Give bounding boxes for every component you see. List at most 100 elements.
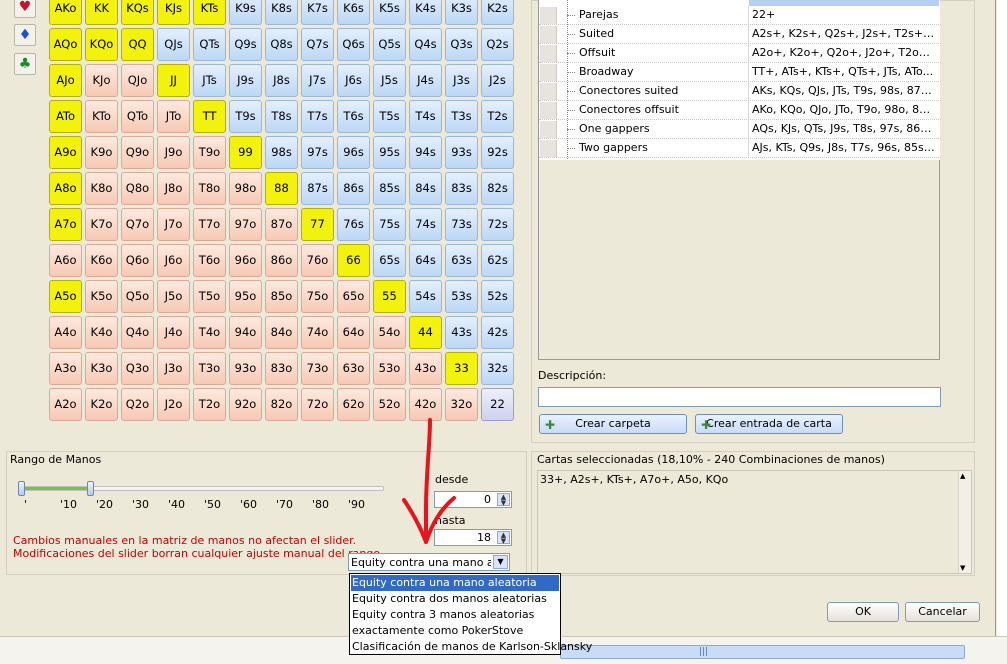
hand-cell[interactable]: TT (193, 100, 226, 133)
dropdown-option[interactable]: Clasificación de manos de Karlson-Sklans… (351, 639, 592, 655)
hand-cell[interactable]: 97o (229, 208, 262, 241)
hand-cell[interactable]: 82o (265, 388, 298, 421)
row-checkbox[interactable] (540, 140, 557, 157)
hand-cell[interactable]: 66 (337, 244, 370, 277)
hand-cell[interactable]: 85s (373, 172, 406, 205)
hand-cell[interactable]: 82s (481, 172, 514, 205)
hand-cell[interactable]: 86s (337, 172, 370, 205)
hand-cell[interactable]: K3s (445, 0, 478, 25)
hand-cell[interactable]: T8s (265, 100, 298, 133)
dropdown-option[interactable]: Equity contra una mano aleatoria (351, 575, 559, 591)
hand-cell[interactable]: 77 (301, 208, 334, 241)
hand-cell[interactable]: 87o (265, 208, 298, 241)
hand-cell[interactable]: 32s (481, 352, 514, 385)
hand-cell[interactable]: 74s (409, 208, 442, 241)
hand-cell[interactable]: JJ (157, 64, 190, 97)
hand-cell[interactable]: A5o (49, 280, 82, 313)
hand-cell[interactable]: 63s (445, 244, 478, 277)
hand-cell[interactable]: Q3o (121, 352, 154, 385)
hand-cell[interactable]: 65o (337, 280, 370, 313)
hand-cell[interactable]: Q5s (373, 28, 406, 61)
hand-cell[interactable]: A3o (49, 352, 82, 385)
selected-cards-scrollbar[interactable]: ▲ ▼ (958, 471, 971, 573)
horizontal-scrollbar[interactable]: ||| (560, 645, 965, 659)
hand-cell[interactable]: K4o (85, 316, 118, 349)
hand-cell[interactable]: T9o (193, 136, 226, 169)
tree-row[interactable]: Parejas 22+ (539, 6, 941, 25)
hand-cell[interactable]: QTo (121, 100, 154, 133)
hand-cell[interactable]: Q9s (229, 28, 262, 61)
tree-row[interactable]: Broadway TT+, ATs+, KTs+, QTs+, JTs, ATo.… (539, 63, 941, 82)
dropdown-option[interactable]: exactamente como PokerStove (351, 623, 559, 639)
hand-cell[interactable]: Q2s (481, 28, 514, 61)
hand-cell[interactable]: QJs (157, 28, 190, 61)
hand-cell[interactable]: 86o (265, 244, 298, 277)
hand-cell[interactable]: J3s (445, 64, 478, 97)
range-slider-max-thumb[interactable] (87, 481, 94, 496)
scroll-down-icon[interactable]: ▼ (960, 564, 965, 572)
row-checkbox[interactable] (540, 102, 557, 119)
chevron-down-icon[interactable]: ▼ (493, 555, 508, 569)
hand-cell[interactable]: 53o (373, 352, 406, 385)
hand-cell[interactable]: 88 (265, 172, 298, 205)
hand-cell[interactable]: KJo (85, 64, 118, 97)
hand-cell[interactable]: 72o (301, 388, 334, 421)
hand-cell[interactable]: Q8o (121, 172, 154, 205)
hand-cell[interactable]: K2o (85, 388, 118, 421)
hand-cell[interactable]: 95o (229, 280, 262, 313)
hand-cell[interactable]: 92o (229, 388, 262, 421)
hand-cell[interactable]: A8o (49, 172, 82, 205)
dropdown-option[interactable]: Equity contra 3 manos aleatorias (351, 607, 559, 623)
hand-cell[interactable]: 75s (373, 208, 406, 241)
tree-row[interactable]: Offsuit A2o+, K2o+, Q2o+, J2o+, T2o+, ... (539, 44, 941, 63)
hand-cell[interactable]: T2s (481, 100, 514, 133)
hand-cell[interactable]: 85o (265, 280, 298, 313)
hand-cell[interactable]: 64o (337, 316, 370, 349)
selected-cards-textbox[interactable]: 33+, A2s+, KTs+, A7o+, A5o, KQo ▲ ▼ (537, 470, 972, 574)
hand-cell[interactable]: A4o (49, 316, 82, 349)
hand-cell[interactable]: 87s (301, 172, 334, 205)
hand-cell[interactable]: 73o (301, 352, 334, 385)
hand-cell[interactable]: K9s (229, 0, 262, 25)
hand-cell[interactable]: K3o (85, 352, 118, 385)
hand-cell[interactable]: 98o (229, 172, 262, 205)
hand-cell[interactable]: T7s (301, 100, 334, 133)
hand-cell[interactable]: KQo (85, 28, 118, 61)
hand-cell[interactable]: 96s (337, 136, 370, 169)
hand-cell[interactable]: T5s (373, 100, 406, 133)
hand-cell[interactable]: 84s (409, 172, 442, 205)
hand-cell[interactable]: QQ (121, 28, 154, 61)
hand-cell[interactable]: T3s (445, 100, 478, 133)
hand-cell[interactable]: T6o (193, 244, 226, 277)
hand-cell[interactable]: T6s (337, 100, 370, 133)
hand-cell[interactable]: A7o (49, 208, 82, 241)
hand-cell[interactable]: J4s (409, 64, 442, 97)
hand-cell[interactable]: J8s (265, 64, 298, 97)
hand-cell[interactable]: K8o (85, 172, 118, 205)
hand-cell[interactable]: J5s (373, 64, 406, 97)
hand-cell[interactable]: T5o (193, 280, 226, 313)
hand-cell[interactable]: 99 (229, 136, 262, 169)
hand-cell[interactable]: T9s (229, 100, 262, 133)
hand-cell[interactable]: J9s (229, 64, 262, 97)
hand-cell[interactable]: ATo (49, 100, 82, 133)
hand-cell[interactable]: 73s (445, 208, 478, 241)
hand-cell[interactable]: K4s (409, 0, 442, 25)
hand-cell[interactable]: 94o (229, 316, 262, 349)
hand-cell[interactable]: Q3s (445, 28, 478, 61)
row-checkbox[interactable] (540, 64, 557, 81)
hand-cell[interactable]: A9o (49, 136, 82, 169)
hand-cell[interactable]: Q4s (409, 28, 442, 61)
hand-cell[interactable]: 84o (265, 316, 298, 349)
hand-cell[interactable]: 43o (409, 352, 442, 385)
range-slider-min-thumb[interactable] (18, 481, 25, 496)
clubs-button[interactable]: ♣ (14, 53, 36, 75)
hand-cell[interactable]: A2o (49, 388, 82, 421)
hand-cell[interactable]: 83o (265, 352, 298, 385)
diamonds-button[interactable]: ♦ (14, 24, 36, 46)
hand-cell[interactable]: 53s (445, 280, 478, 313)
hand-cell[interactable]: J2o (157, 388, 190, 421)
hand-cell[interactable]: Q7s (301, 28, 334, 61)
hand-cell[interactable]: 52s (481, 280, 514, 313)
hand-cell[interactable]: K6o (85, 244, 118, 277)
